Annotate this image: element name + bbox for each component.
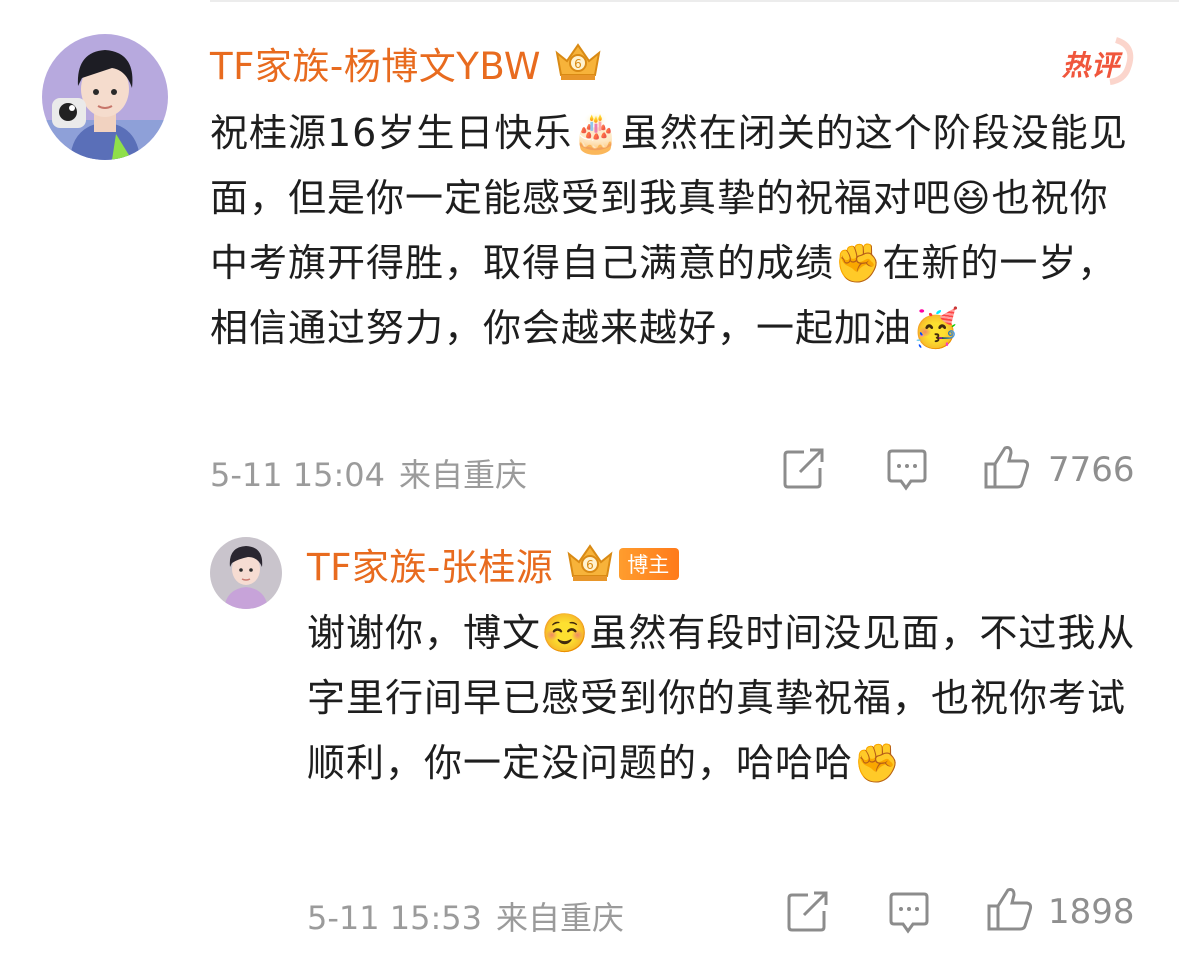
timestamp: 5-11 15:04: [210, 456, 386, 494]
svg-text:6: 6: [586, 558, 594, 572]
crown-badge-icon: 6: [563, 540, 617, 588]
repost-icon[interactable]: [786, 891, 830, 933]
fist-emoji: ✊: [853, 741, 902, 785]
reply-username[interactable]: TF家族-张桂源: [307, 537, 553, 591]
thumbs-up-icon[interactable]: [983, 444, 1031, 490]
reply-header: TF家族-张桂源 6 博主: [307, 537, 680, 591]
reply-avatar[interactable]: [210, 537, 282, 609]
smiling-emoji: ☺️: [541, 611, 590, 655]
reply-location: 来自重庆: [496, 899, 625, 937]
svg-text:6: 6: [574, 57, 582, 71]
owner-badge: 博主: [619, 548, 680, 580]
comment-meta: 5-11 15:04 来自重庆: [210, 450, 527, 496]
reply-like-count: 1898: [1048, 892, 1135, 932]
birthday-cake-emoji: 🎂: [572, 111, 621, 155]
repost-icon[interactable]: [782, 448, 826, 490]
reply-timestamp: 5-11 15:53: [307, 899, 483, 937]
like-count: 7766: [1048, 450, 1135, 490]
crown-badge-icon: 6: [551, 39, 605, 87]
location: 来自重庆: [399, 456, 528, 494]
comment-icon[interactable]: [885, 448, 929, 492]
comment-text: 祝桂源16岁生日快乐🎂虽然在闭关的这个阶段没能见面，但是你一定能感受到我真挚的祝…: [210, 111, 1128, 350]
comment-icon[interactable]: [887, 891, 931, 935]
party-face-emoji: 🥳: [912, 306, 961, 350]
avatar[interactable]: [42, 34, 168, 160]
fist-emoji: ✊: [834, 241, 883, 285]
comment-header: TF家族-杨博文YBW 6: [210, 38, 605, 88]
top-divider: [210, 0, 1179, 2]
thumbs-up-icon[interactable]: [986, 886, 1034, 932]
hot-label: 热评: [1062, 49, 1121, 82]
hot-comment-badge: 热评: [1058, 36, 1140, 86]
username[interactable]: TF家族-杨博文YBW: [210, 36, 541, 90]
reply-meta: 5-11 15:53 来自重庆: [307, 893, 624, 939]
laughing-emoji: 😆: [951, 176, 992, 220]
reply-text: 谢谢你，博文☺️虽然有段时间没见面，不过我从字里行间早已感受到你的真挚祝福，也祝…: [307, 611, 1136, 785]
